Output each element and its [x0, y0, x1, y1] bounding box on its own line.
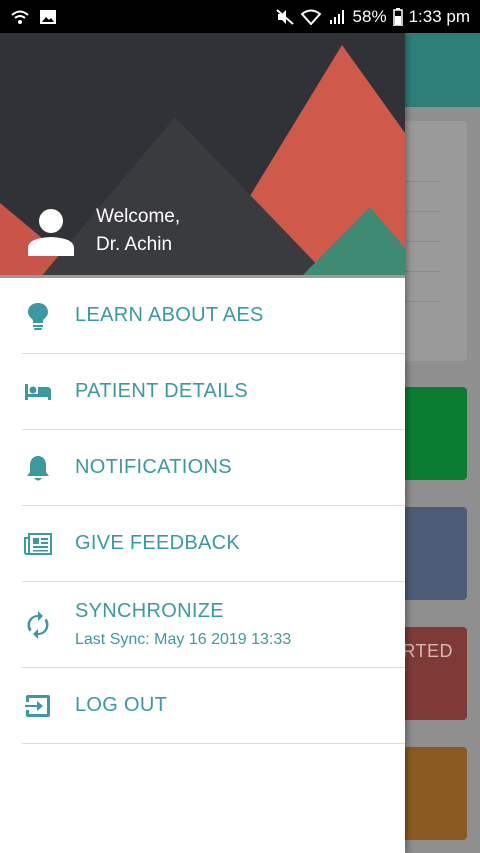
wifi-icon	[300, 8, 321, 26]
background-tile-text: RTED	[402, 641, 453, 661]
drawer-menu: LEARN ABOUT AES PATIENT DETAILS NOTIFICA…	[0, 278, 405, 744]
lightbulb-icon	[22, 300, 54, 332]
user-avatar-icon	[26, 208, 76, 256]
menu-item-log-out[interactable]: LOG OUT	[22, 668, 405, 744]
welcome-text: Welcome, Dr. Achin	[96, 203, 180, 259]
drawer-header: Welcome, Dr. Achin	[0, 33, 405, 278]
mute-icon	[275, 8, 295, 26]
battery-percent: 58%	[352, 6, 387, 26]
image-icon	[38, 8, 58, 26]
navigation-drawer: Welcome, Dr. Achin LEARN ABOUT AES PATIE…	[0, 33, 405, 853]
menu-item-synchronize[interactable]: SYNCHRONIZE Last Sync: May 16 2019 13:33	[22, 582, 405, 668]
clock: 1:33 pm	[408, 6, 470, 26]
menu-label: LEARN ABOUT AES	[75, 304, 264, 326]
battery-icon	[392, 7, 403, 26]
menu-item-patient-details[interactable]: PATIENT DETAILS	[22, 354, 405, 430]
menu-item-give-feedback[interactable]: GIVE FEEDBACK	[22, 506, 405, 582]
bed-icon	[22, 376, 54, 408]
menu-label: NOTIFICATIONS	[75, 456, 232, 478]
welcome-username: Dr. Achin	[96, 234, 173, 255]
menu-item-learn-about-aes[interactable]: LEARN ABOUT AES	[22, 278, 405, 354]
logout-icon	[22, 690, 54, 722]
menu-label: GIVE FEEDBACK	[75, 532, 241, 554]
last-sync-time: Last Sync: May 16 2019 13:33	[75, 631, 292, 648]
menu-label: LOG OUT	[75, 694, 168, 716]
welcome-greeting: Welcome,	[96, 206, 181, 227]
bell-icon	[22, 452, 54, 484]
sync-icon	[22, 609, 54, 641]
menu-item-notifications[interactable]: NOTIFICATIONS	[22, 430, 405, 506]
wifi-call-icon	[10, 8, 30, 26]
newspaper-icon	[22, 528, 54, 560]
menu-label: PATIENT DETAILS	[75, 380, 249, 402]
signal-icon	[327, 8, 347, 26]
status-bar: 58% 1:33 pm	[0, 0, 480, 33]
menu-label: SYNCHRONIZE	[75, 600, 224, 622]
